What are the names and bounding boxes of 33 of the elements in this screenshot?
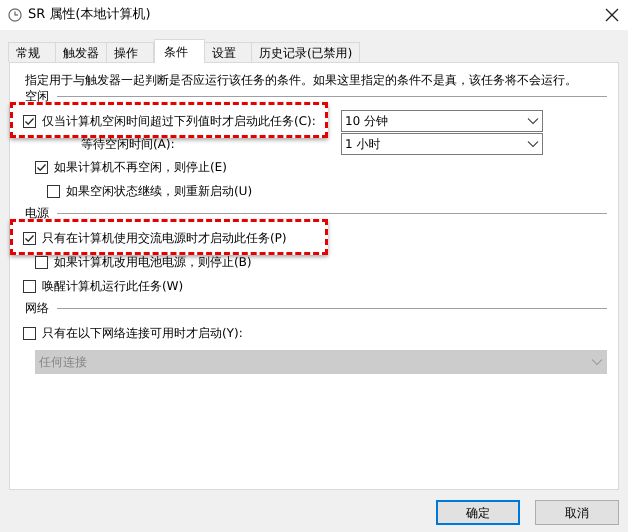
section-heading: 电源: [24, 205, 49, 222]
description-text: 指定用于与触发器一起判断是否应运行该任务的条件。如果这里指定的条件不是真，该任务将不会运行。: [24, 72, 578, 89]
checkbox[interactable]: [23, 114, 36, 128]
checkbox[interactable]: [23, 280, 36, 292]
tab[interactable]: 常规: [8, 42, 56, 62]
checkbox[interactable]: [23, 232, 36, 244]
checkbox-label: 如果计算机不再空闲，则停止(E): [54, 159, 227, 176]
tab[interactable]: 操作: [106, 42, 154, 62]
tab[interactable]: 历史记录(已禁用): [251, 42, 360, 62]
chevron-down-icon: [591, 358, 603, 366]
dropdown[interactable]: 1 小时: [341, 133, 543, 155]
dialog-button[interactable]: 取消: [535, 500, 619, 525]
chevron-down-icon: [527, 117, 539, 125]
chevron-down-icon: [527, 140, 539, 148]
window-title: SR 属性(本地计算机): [28, 6, 151, 24]
checkbox-label: 仅当计算机空闲时间超过下列值时才启动此任务(C):: [42, 114, 316, 128]
checkbox-label: 如果计算机改用电池电源，则停止(B): [54, 254, 252, 271]
checkbox-label: 只有在计算机使用交流电源时才启动此任务(P): [42, 230, 287, 247]
clock-icon: [8, 8, 22, 22]
tab[interactable]: 触发器: [55, 42, 107, 62]
checkbox[interactable]: [23, 326, 36, 340]
checkbox[interactable]: [47, 184, 60, 198]
checkbox-label: 如果空闲状态继续，则重新启动(U): [66, 183, 252, 200]
checkbox-label: 只有在以下网络连接可用时才启动(Y):: [42, 325, 243, 342]
field-label: 等待空闲时间(A):: [81, 137, 175, 151]
checkbox[interactable]: [35, 256, 48, 268]
tab[interactable]: 条件: [154, 39, 205, 63]
dropdown[interactable]: 10 分钟: [341, 110, 543, 132]
section-heading: 网络: [24, 300, 49, 317]
section-heading: 空闲: [24, 88, 49, 105]
checkbox[interactable]: [35, 160, 48, 174]
checkbox-label: 唤醒计算机运行此任务(W): [42, 278, 184, 295]
dialog-button[interactable]: 确定: [436, 500, 520, 525]
